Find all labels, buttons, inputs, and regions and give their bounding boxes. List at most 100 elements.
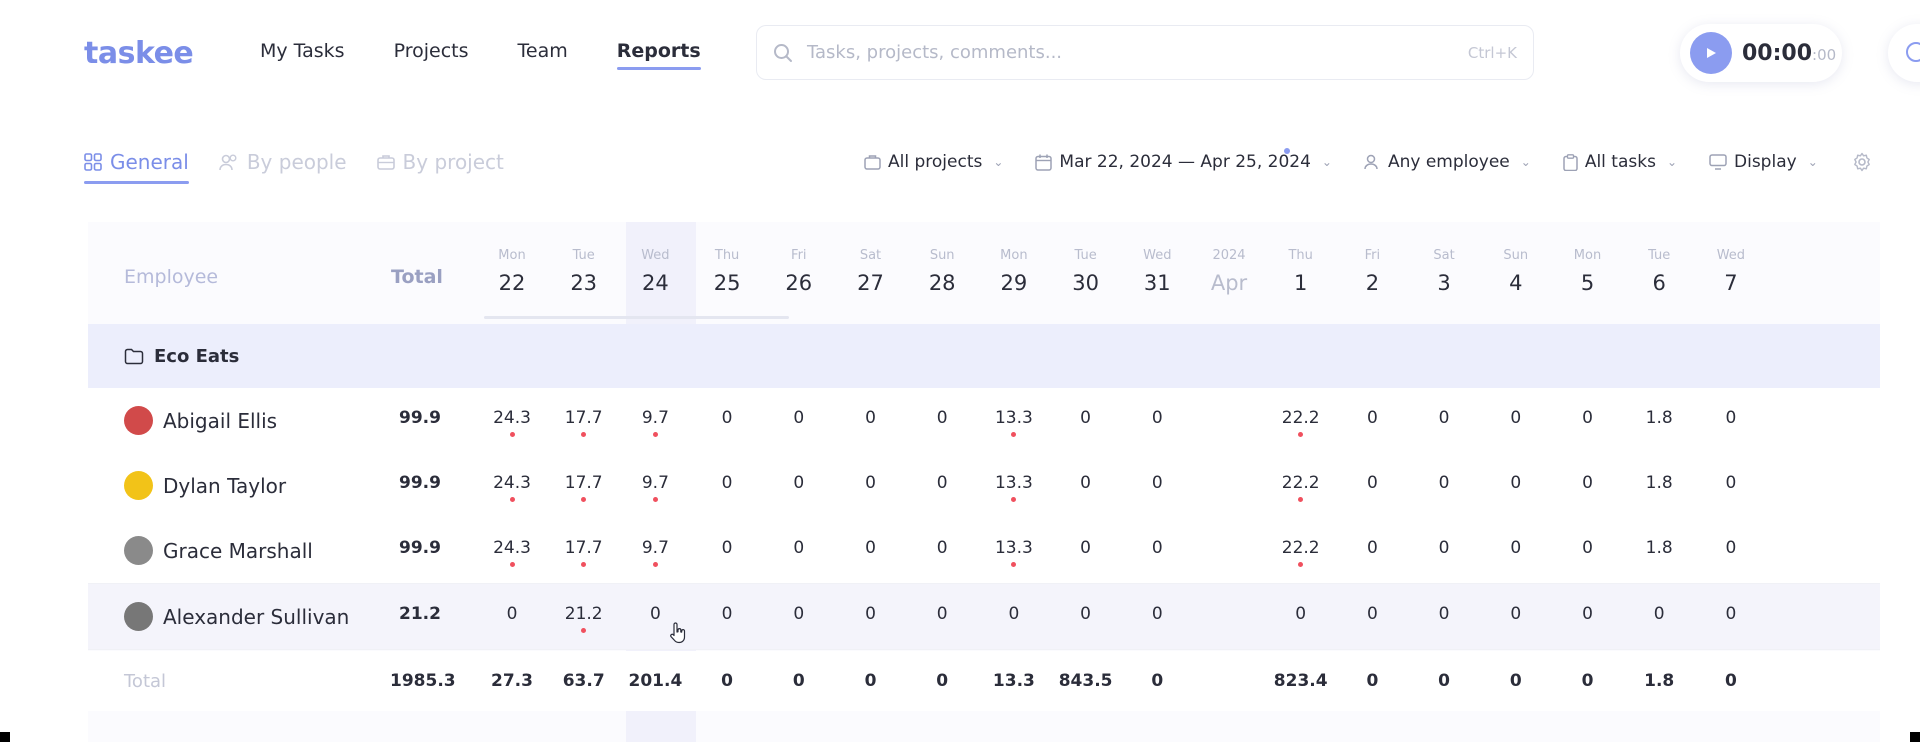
hours-cell[interactable]: 0 [1701,538,1761,558]
hours-cell[interactable]: 0 [1342,604,1402,624]
hours-cell[interactable]: 0 [1056,538,1116,558]
hours-cell[interactable]: 1.8 [1629,473,1689,493]
hours-cell[interactable]: 0 [1701,604,1761,624]
table-row[interactable]: Abigail Ellis 99.9 24.3 17.7 9.7 0 0 0 0 13.3 0 0 22… [88,388,1880,454]
day-header[interactable]: Tue 30 [1061,248,1111,295]
hours-cell[interactable]: 17.7 [554,538,614,567]
day-header[interactable]: Wed 7 [1706,248,1756,295]
hours-cell[interactable]: 1.8 [1629,538,1689,558]
hours-cell[interactable]: 0 [1342,538,1402,558]
hours-cell[interactable]: 9.7 [625,538,685,567]
table-row[interactable]: Dylan Taylor 99.9 24.3 17.7 9.7 0 0 0 0 13.3 0 0 22.… [88,453,1880,519]
hours-cell[interactable]: 0 [1558,473,1618,493]
add-timer-button[interactable] [1888,24,1920,82]
search-bar[interactable]: Tasks, projects, comments... Ctrl+K [756,25,1534,80]
hours-cell[interactable]: 0 [1414,604,1474,624]
hours-cell[interactable]: 0 [841,538,901,558]
hours-cell[interactable]: 0 [482,604,542,624]
day-header[interactable]: Sun 4 [1491,248,1541,295]
day-header[interactable]: Sun 28 [917,248,967,295]
hours-cell[interactable]: 0 [1701,473,1761,493]
play-button[interactable] [1690,32,1732,74]
hours-cell[interactable]: 0 [1486,538,1546,558]
nav-reports[interactable]: Reports [616,40,701,70]
day-header[interactable]: Mon 29 [989,248,1039,295]
hours-cell[interactable]: 0 [769,538,829,558]
display-filter[interactable]: Display ⌄ [1709,152,1818,172]
hours-cell[interactable]: 0 [1486,604,1546,624]
day-header[interactable]: Sat 3 [1419,248,1469,295]
hours-cell[interactable]: 13.3 [984,408,1044,437]
hours-cell[interactable]: 0 [769,408,829,428]
hours-cell[interactable]: 0 [1558,604,1618,624]
table-row[interactable]: Alexander Sullivan 21.2 0 21.2 0 0 0 0 0 0 0 0 0 0 0 0 0… [88,584,1880,650]
day-header[interactable]: Sat 27 [846,248,896,295]
employee-cell[interactable]: Dylan Taylor [124,471,286,500]
employee-cell[interactable]: Abigail Ellis [124,406,277,435]
hours-cell[interactable]: 0 [697,408,757,428]
hours-cell[interactable]: 0 [912,473,972,493]
employee-cell[interactable]: Grace Marshall [124,536,313,565]
hours-cell[interactable]: 0 [1271,604,1331,624]
nav-projects[interactable]: Projects [394,40,469,68]
hours-cell[interactable]: 1.8 [1629,408,1689,428]
tab-general[interactable]: General [84,150,189,184]
tab-by-people[interactable]: By people [219,150,347,182]
hours-cell[interactable]: 0 [1414,538,1474,558]
day-header[interactable]: Mon 22 [487,248,537,295]
hours-cell[interactable]: 0 [912,408,972,428]
day-header[interactable]: 2024 Apr [1204,248,1254,295]
day-header[interactable]: Wed 24 [630,248,680,295]
tab-by-project[interactable]: By project [376,150,504,182]
hours-cell[interactable]: 22.2 [1271,473,1331,502]
hours-cell[interactable]: 21.2 [554,604,614,633]
date-range-filter[interactable]: Mar 22, 2024 — Apr 25, 2024 ⌄ [1035,148,1332,172]
day-header[interactable]: Mon 5 [1563,248,1613,295]
projects-filter[interactable]: All projects ⌄ [864,152,1003,172]
hours-cell[interactable]: 0 [1558,538,1618,558]
day-header[interactable]: Fri 26 [774,248,824,295]
day-header[interactable]: Tue 6 [1634,248,1684,295]
nav-my-tasks[interactable]: My Tasks [260,40,345,68]
hours-cell[interactable]: 24.3 [482,473,542,502]
hours-cell[interactable]: 0 [697,538,757,558]
hours-cell[interactable]: 9.7 [625,408,685,437]
hours-cell[interactable]: 17.7 [554,408,614,437]
hours-cell[interactable]: 0 [625,604,685,624]
hours-cell[interactable]: 0 [984,604,1044,624]
hours-cell[interactable]: 0 [769,604,829,624]
hours-cell[interactable]: 0 [841,408,901,428]
search-input[interactable]: Tasks, projects, comments... [807,42,1468,63]
hours-cell[interactable]: 13.3 [984,473,1044,502]
tasks-filter[interactable]: All tasks ⌄ [1563,152,1677,172]
hours-cell[interactable]: 0 [1127,604,1187,624]
day-header[interactable]: Wed 31 [1132,248,1182,295]
hours-cell[interactable]: 0 [1056,604,1116,624]
hours-cell[interactable]: 0 [1486,408,1546,428]
hours-cell[interactable]: 0 [1127,473,1187,493]
settings-button[interactable] [1852,152,1872,176]
hours-cell[interactable]: 0 [1342,473,1402,493]
hours-cell[interactable]: 0 [1414,473,1474,493]
hours-cell[interactable]: 0 [841,473,901,493]
day-header[interactable]: Thu 25 [702,248,752,295]
hours-cell[interactable]: 0 [1486,473,1546,493]
hours-cell[interactable]: 0 [1127,408,1187,428]
nav-team[interactable]: Team [518,40,568,68]
hours-cell[interactable]: 0 [1342,408,1402,428]
employee-filter[interactable]: Any employee ⌄ [1364,152,1531,172]
day-header[interactable]: Fri 2 [1347,248,1397,295]
day-header[interactable]: Thu 1 [1276,248,1326,295]
hours-cell[interactable]: 22.2 [1271,408,1331,437]
hours-cell[interactable]: 0 [1056,408,1116,428]
hours-cell[interactable]: 0 [1056,473,1116,493]
employee-cell[interactable]: Alexander Sullivan [124,602,349,631]
hours-cell[interactable]: 0 [697,604,757,624]
hours-cell[interactable]: 9.7 [625,473,685,502]
total-column-header[interactable]: Total [390,266,444,288]
hours-cell[interactable]: 0 [1701,408,1761,428]
table-row[interactable]: Grace Marshall 99.9 24.3 17.7 9.7 0 0 0 0 13.3 0 0 2… [88,518,1880,584]
hours-cell[interactable]: 0 [697,473,757,493]
project-group-row[interactable]: Eco Eats [88,324,1880,388]
hours-cell[interactable]: 13.3 [984,538,1044,567]
